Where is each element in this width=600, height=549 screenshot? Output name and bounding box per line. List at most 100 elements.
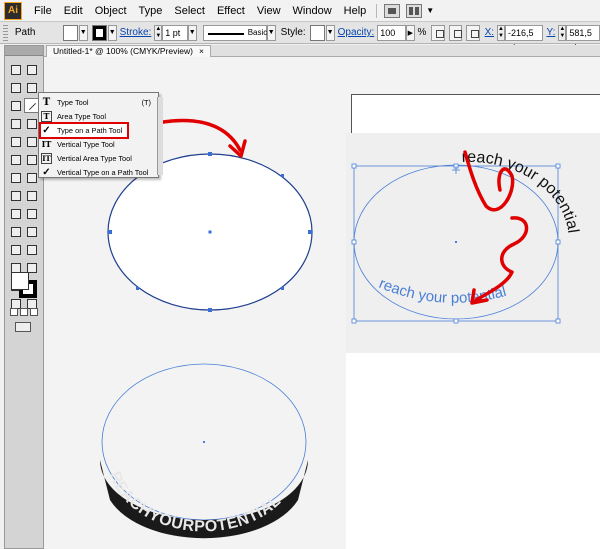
arrange-documents-icon[interactable] (406, 3, 423, 18)
stroke-swatch[interactable] (91, 24, 107, 41)
menu-file[interactable]: File (28, 0, 58, 22)
close-icon[interactable]: × (199, 46, 204, 56)
flyout-vertical-type-tool[interactable]: IT Vertical Type Tool (41, 138, 115, 151)
eyedropper-tool-icon[interactable] (8, 224, 23, 239)
tools-panel-header[interactable] (5, 46, 43, 56)
none-mode-icon[interactable] (30, 308, 38, 316)
x-input[interactable]: -216,5 pt (504, 24, 544, 52)
reference-page-bottom (346, 353, 600, 549)
live-paint-selection-tool-icon[interactable] (24, 242, 39, 257)
menu-bar: Ai File Edit Object Type Select Effect V… (0, 0, 600, 22)
graphic-style-swatch[interactable] (309, 24, 325, 41)
menu-edit[interactable]: Edit (58, 0, 89, 22)
scale-tool-icon[interactable] (24, 152, 39, 167)
type-tools-flyout: T Type Tool (T) T Area Type Tool ✓ Type … (38, 92, 163, 179)
align-icon[interactable] (448, 24, 463, 41)
free-transform-tool-icon[interactable] (24, 170, 39, 185)
pencil-tool-icon[interactable] (24, 134, 39, 149)
document-tab-bar: Untitled-1* @ 100% (CMYK/Preview) × (44, 45, 600, 57)
type-tool-icon[interactable] (24, 98, 39, 113)
opacity-link[interactable]: Opacity: (335, 27, 378, 38)
menu-select[interactable]: Select (168, 0, 211, 22)
chevron-down-icon[interactable]: ▼ (325, 24, 335, 41)
y-link[interactable]: Y: (543, 27, 558, 38)
object-type-label: Path (14, 27, 36, 38)
pen-tool-icon[interactable] (8, 98, 23, 113)
lasso-tool-icon[interactable] (24, 80, 39, 95)
selection-tool-icon[interactable] (8, 62, 23, 77)
chevron-down-icon[interactable]: ▼ (426, 6, 434, 15)
flyout-item-label: Vertical Area Type Tool (57, 154, 132, 163)
column-graph-tool-icon[interactable] (24, 188, 39, 203)
flyout-vertical-type-on-path-tool[interactable]: ✓ Vertical Type on a Path Tool (41, 166, 148, 179)
fill-swatch[interactable] (62, 24, 78, 41)
menu-view[interactable]: View (251, 0, 287, 22)
brush-definition-select[interactable]: Basic (202, 24, 267, 41)
direct-selection-tool-icon[interactable] (24, 62, 39, 77)
document-tab-title: Untitled-1* @ 100% (CMYK/Preview) (53, 46, 193, 56)
chevron-down-icon[interactable]: ▼ (78, 24, 88, 41)
warp-tool-icon[interactable] (8, 170, 23, 185)
gradient-mode-icon[interactable] (20, 308, 28, 316)
vertical-type-on-path-icon: ✓ (42, 167, 51, 178)
bridge-icon[interactable] (384, 3, 401, 18)
menu-object[interactable]: Object (89, 0, 133, 22)
style-label: Style: (280, 27, 306, 38)
opacity-unit: % (417, 27, 427, 38)
area-type-icon: T (41, 111, 52, 122)
paintbrush-tool-icon[interactable] (8, 134, 23, 149)
type-on-path-icon: ✓ (42, 125, 51, 136)
y-input[interactable]: 581,5 pt (566, 24, 600, 52)
menu-window[interactable]: Window (287, 0, 338, 22)
opacity-input[interactable]: 100 (377, 24, 407, 41)
menu-separator (376, 3, 378, 18)
recolor-artwork-icon[interactable] (431, 24, 445, 41)
stroke-weight-stepper[interactable]: ▲ ▼ (154, 24, 163, 41)
mesh-tool-icon[interactable] (8, 206, 23, 221)
chevron-right-icon[interactable]: ▶ (406, 24, 415, 41)
x-stepper[interactable]: ▲ ▼ (497, 24, 505, 41)
rotate-tool-icon[interactable] (8, 152, 23, 167)
menu-help[interactable]: Help (338, 0, 373, 22)
menu-effect[interactable]: Effect (211, 0, 251, 22)
reference-page-top (351, 94, 600, 134)
chevron-down-icon[interactable]: ▼ (107, 24, 117, 41)
line-tool-icon[interactable] (8, 116, 23, 131)
type-icon: T (42, 97, 51, 108)
flyout-vertical-area-type-tool[interactable]: IT Vertical Area Type Tool (41, 152, 132, 165)
flyout-item-label: Vertical Type on a Path Tool (57, 168, 149, 177)
color-mode-icon[interactable] (10, 308, 18, 316)
tearoff-tab[interactable] (157, 97, 163, 175)
menu-type[interactable]: Type (133, 0, 169, 22)
flyout-type-on-path-tool[interactable]: ✓ Type on a Path Tool (39, 122, 129, 139)
app-logo: Ai (4, 1, 22, 20)
reference-image (346, 133, 600, 353)
screen-mode-icon[interactable] (15, 322, 31, 332)
magic-wand-tool-icon[interactable] (8, 80, 23, 95)
stroke-link[interactable]: Stroke: (117, 27, 155, 38)
chevron-down-icon[interactable]: ▼ (187, 24, 197, 41)
vertical-type-icon: IT (41, 139, 52, 149)
document-tab[interactable]: Untitled-1* @ 100% (CMYK/Preview) × (46, 45, 211, 57)
rectangle-tool-icon[interactable] (24, 116, 39, 131)
control-bar: Path ▼ ▼ Stroke: ▲ ▼ 1 pt ▼ Basic ▼ Style… (0, 22, 600, 52)
fill-stroke-controls (9, 272, 41, 300)
panel-grip-icon[interactable] (3, 24, 8, 41)
gradient-tool-icon[interactable] (24, 206, 39, 221)
y-stepper[interactable]: ▲ ▼ (558, 24, 567, 41)
flyout-item-label: Area Type Tool (57, 112, 107, 121)
vertical-area-type-icon: IT (41, 153, 52, 164)
flyout-item-label: Vertical Type Tool (57, 140, 115, 149)
flyout-type-tool[interactable]: T Type Tool (T) (41, 96, 155, 109)
x-link[interactable]: X: (482, 27, 497, 38)
flyout-item-label: Type on a Path Tool (57, 126, 123, 135)
live-paint-bucket-tool-icon[interactable] (8, 242, 23, 257)
symbol-sprayer-tool-icon[interactable] (8, 188, 23, 203)
reference-point-icon[interactable] (466, 24, 480, 41)
stroke-weight-input[interactable]: 1 pt (162, 24, 188, 41)
flyout-item-shortcut: (T) (141, 98, 151, 107)
blend-tool-icon[interactable] (24, 224, 39, 239)
chevron-down-icon[interactable]: ▼ (266, 24, 276, 41)
fill-color-icon[interactable] (11, 272, 29, 290)
flyout-area-type-tool[interactable]: T Area Type Tool (41, 110, 106, 123)
